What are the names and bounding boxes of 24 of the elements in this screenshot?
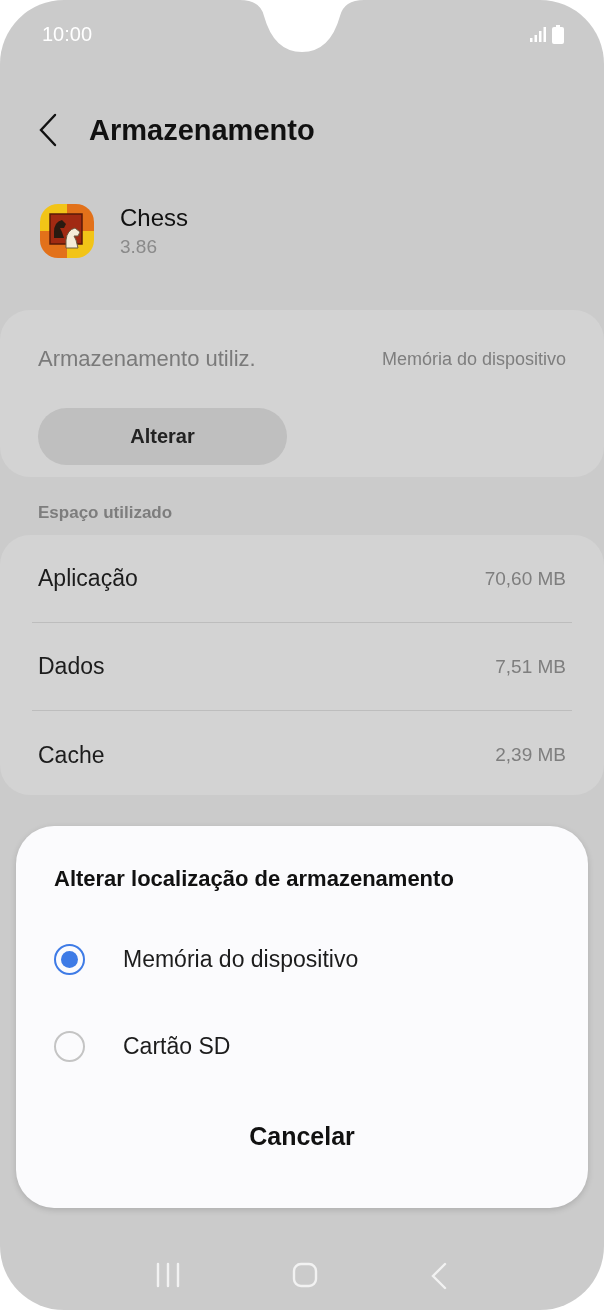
signal-icon: [530, 26, 546, 42]
storage-used-label: Armazenamento utiliz.: [38, 346, 256, 372]
storage-option[interactable]: Memória do dispositivo: [54, 916, 550, 1003]
recent-apps-icon[interactable]: [155, 1262, 182, 1290]
section-title: Espaço utilizado: [37, 502, 174, 524]
usage-value: 2,39 MB: [495, 744, 566, 766]
storage-used-value: Memória do dispositivo: [381, 348, 566, 370]
app-name: Chess: [120, 204, 189, 232]
battery-icon: [552, 24, 564, 44]
change-button[interactable]: Alterar: [38, 408, 287, 465]
usage-value: 7,51 MB: [495, 655, 566, 678]
storage-option[interactable]: Cartão SD: [54, 1003, 550, 1090]
dialog-title: Alterar localização de armazenamento: [54, 866, 455, 892]
radio-button[interactable]: [54, 1031, 85, 1062]
page-title: Armazenamento: [89, 113, 315, 147]
usage-label: Aplicação: [38, 565, 138, 592]
cancel-button[interactable]: Cancelar: [241, 1118, 363, 1155]
usage-label: Cache: [38, 741, 105, 769]
home-icon[interactable]: [292, 1262, 318, 1290]
radio-button[interactable]: [54, 944, 85, 975]
chess-app-icon[interactable]: [40, 204, 94, 258]
usage-label: Dados: [38, 653, 105, 680]
app-version: 3.86: [120, 236, 158, 258]
usage-value: 70,60 MB: [484, 567, 566, 590]
